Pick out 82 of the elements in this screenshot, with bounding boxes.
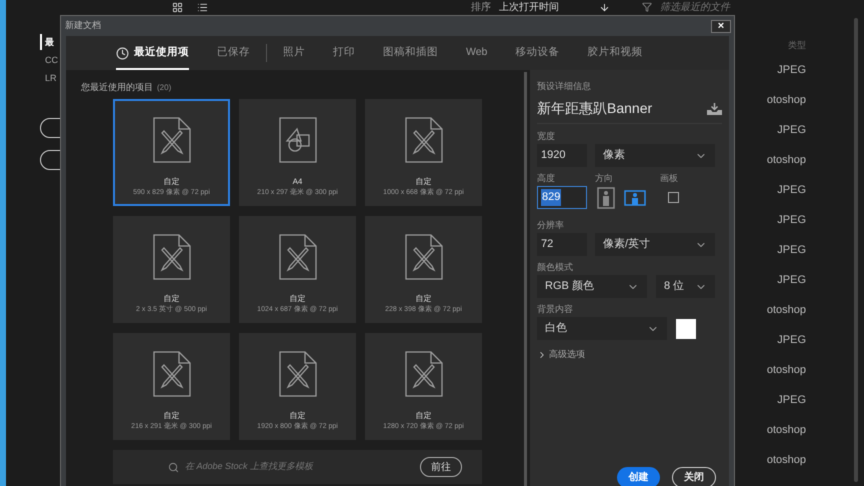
table-cell-text: JPEG (777, 333, 806, 348)
preset-name: 自定 (416, 411, 432, 421)
table-cell-text: JPEG (777, 273, 806, 288)
scrollbar[interactable] (854, 18, 858, 482)
field-label: 分辨率 (537, 219, 565, 231)
tab[interactable]: 移动设备 (515, 40, 560, 70)
document-pencil-icon (404, 117, 442, 163)
section-heading: 您最近使用的项目 (81, 81, 153, 94)
preset-name: 自定 (290, 411, 306, 421)
document-pencil-icon (152, 234, 190, 280)
window-title: 新建文档 (65, 19, 101, 32)
sort-label: 排序 (471, 0, 491, 14)
table-cell-text: otoshop (766, 93, 806, 108)
bit-depth-dropdown[interactable]: 8 位 (656, 275, 715, 298)
panel-heading: 预设详细信息 (537, 80, 592, 92)
table-cell-text: otoshop (766, 363, 806, 378)
document-pencil-icon (404, 351, 442, 397)
document-pencil-icon (278, 351, 316, 397)
column-header: 类型 (788, 39, 806, 52)
tab[interactable]: 照片 (283, 40, 305, 70)
save-preset-icon[interactable] (707, 102, 722, 114)
item-count: (20) (157, 82, 172, 94)
table-cell-text: otoshop (766, 423, 806, 438)
filter-icon (642, 2, 652, 12)
selected-text: 829 (541, 189, 562, 206)
document-name-field[interactable]: 新年距惠趴Banner (537, 98, 652, 119)
tab[interactable]: 打印 (333, 40, 355, 70)
document-pencil-icon (152, 117, 190, 163)
field-label: 宽度 (537, 130, 556, 142)
field-label: 画板 (660, 172, 678, 184)
tab[interactable]: 图稿和插图 (383, 40, 438, 70)
table-cell-text: JPEG (777, 243, 806, 258)
scrollbar[interactable] (524, 72, 527, 486)
preset-name: A4 (292, 177, 302, 187)
field-label: 方向 (595, 172, 614, 184)
tab[interactable]: Web (466, 40, 488, 70)
portrait-orientation-icon[interactable] (595, 186, 617, 208)
create-button[interactable]: 创建 (617, 467, 660, 486)
list-view-icon[interactable] (197, 2, 208, 12)
background-dropdown[interactable]: 白色 (537, 317, 667, 340)
close-button[interactable]: × (711, 20, 731, 32)
preset-name: 自定 (416, 177, 432, 187)
height-field[interactable]: 829 (537, 186, 587, 209)
unit-dropdown[interactable]: 像素 (595, 144, 715, 167)
preset-name: 自定 (164, 177, 180, 187)
table-cell-text: JPEG (777, 393, 806, 408)
table-cell-text: JPEG (777, 213, 806, 228)
tab[interactable]: 最近使用项 (116, 40, 189, 70)
clock-icon (116, 46, 129, 60)
close-dialog-button[interactable]: 关闭 (672, 467, 716, 486)
table-cell-text: otoshop (766, 303, 806, 318)
tab[interactable]: 胶片和视频 (587, 40, 642, 70)
document-pencil-icon (404, 234, 442, 280)
width-field[interactable]: 1920 (537, 144, 587, 167)
table-cell-text: JPEG (777, 63, 806, 78)
document-pencil-icon (278, 234, 316, 280)
search-icon (168, 462, 179, 472)
preset-name: 自定 (290, 294, 306, 304)
color-swatch[interactable] (676, 318, 696, 338)
color-mode-dropdown[interactable]: RGB 颜色 (537, 275, 647, 298)
artboard-checkbox[interactable] (668, 192, 679, 203)
resolution-unit-dropdown[interactable]: 像素/英寸 (595, 233, 715, 256)
table-cell-text: JPEG (777, 123, 806, 138)
preset-name: 自定 (164, 411, 180, 421)
filter-field[interactable]: 筛选最近的文件 (660, 0, 730, 14)
go-button[interactable]: 前往 (420, 457, 462, 477)
preset-name: 自定 (416, 294, 432, 304)
tab[interactable]: 已保存 (217, 40, 250, 70)
grid-view-icon[interactable] (172, 2, 183, 12)
advanced-options-toggle[interactable]: 高级选项 (537, 348, 722, 362)
field-label: 高度 (537, 172, 556, 184)
table-cell-text: JPEG (777, 183, 806, 198)
sort-dropdown[interactable]: 上次打开时间 (499, 0, 599, 14)
resolution-field[interactable]: 72 (537, 233, 587, 256)
document-shapes-icon (278, 117, 316, 163)
document-pencil-icon (152, 351, 190, 397)
table-cell-text: otoshop (766, 453, 806, 468)
preset-name: 自定 (164, 294, 180, 304)
field-label: 背景内容 (537, 303, 574, 315)
sort-direction-icon[interactable] (599, 2, 610, 12)
field-label: 颜色模式 (537, 261, 574, 273)
table-cell-text: otoshop (766, 153, 806, 168)
